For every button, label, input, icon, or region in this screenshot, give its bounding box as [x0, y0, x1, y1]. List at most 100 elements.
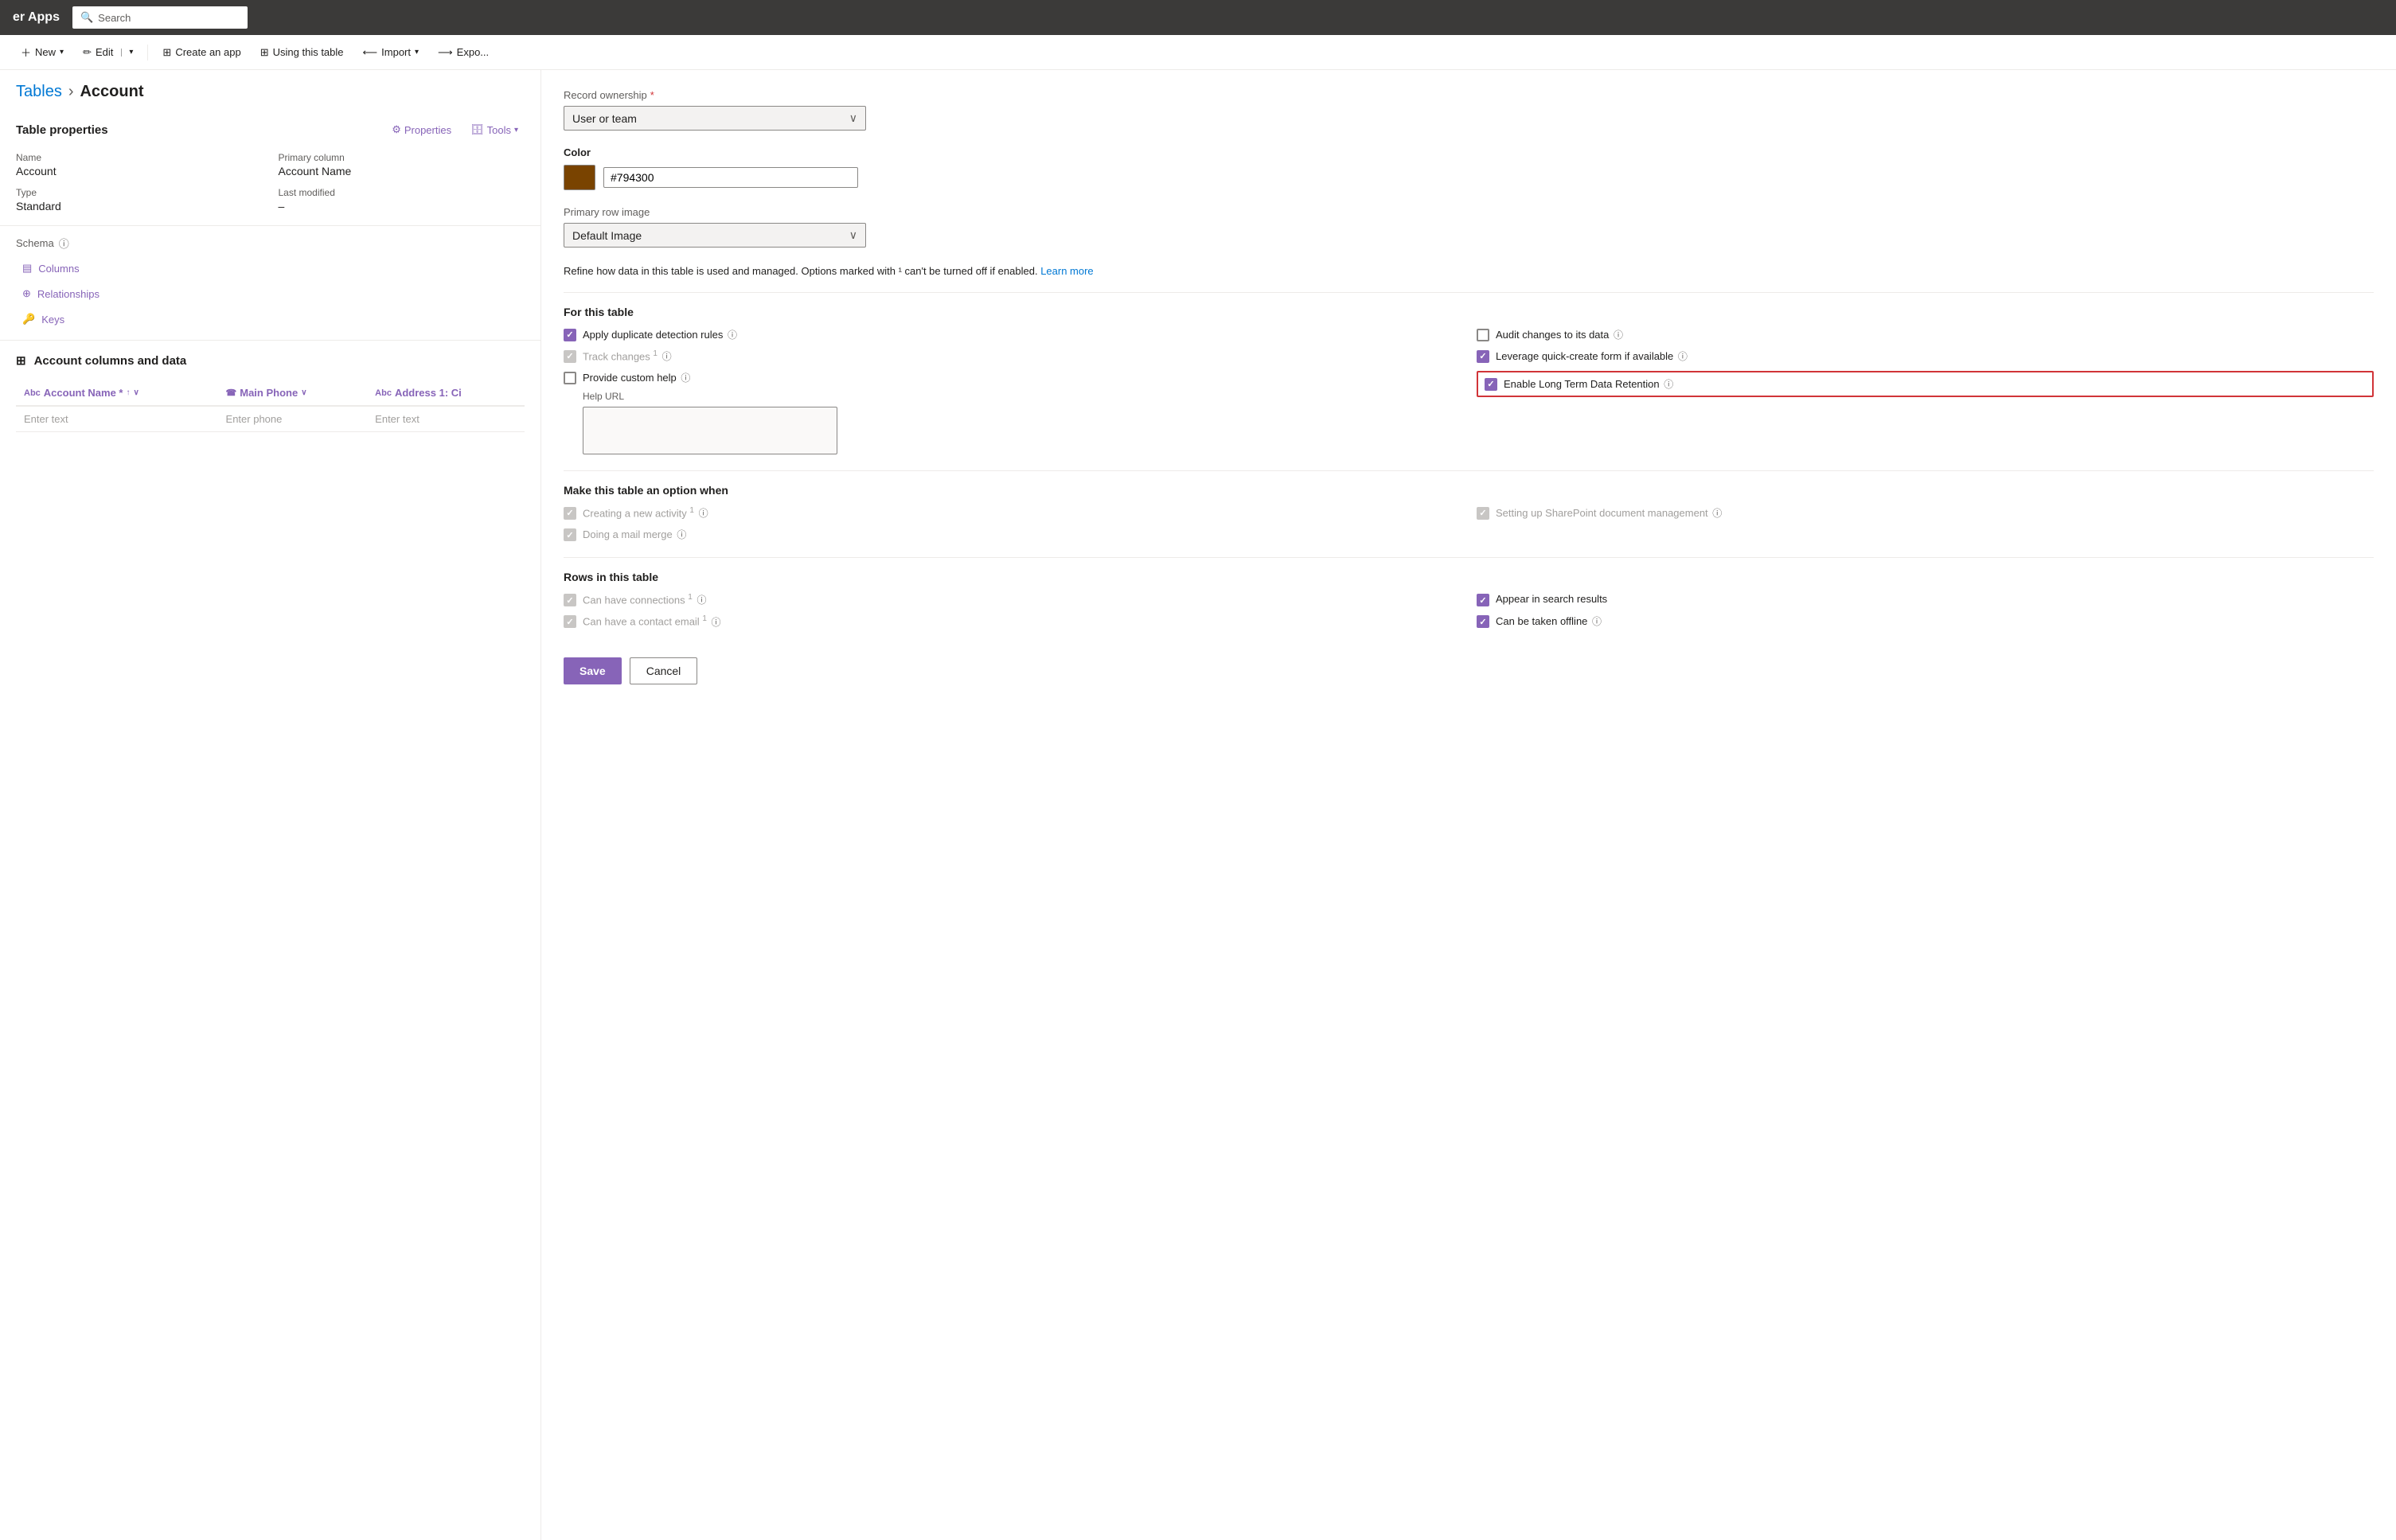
leverage-info-icon[interactable]: ⓘ [1678, 351, 1688, 362]
provide-help-info-icon[interactable]: ⓘ [681, 372, 690, 384]
audit-changes-checkbox[interactable] [1477, 329, 1489, 341]
track-changes-info-icon[interactable]: ⓘ [662, 351, 672, 362]
setting-sharepoint-item: ✓ Setting up SharePoint document managem… [1477, 506, 2374, 520]
contact-email-checkbox[interactable]: ✓ [564, 615, 576, 628]
primary-row-image-select[interactable]: Default Image ∨ [564, 223, 866, 248]
main-phone-column-header[interactable]: ☎ Main Phone ∨ [218, 380, 368, 406]
contact-email-info-icon[interactable]: ⓘ [712, 617, 721, 628]
apply-duplicate-checkbox[interactable]: ✓ [564, 329, 576, 341]
mail-merge-checkbox[interactable]: ✓ [564, 528, 576, 541]
schema-nav-item-keys[interactable]: 🔑 Keys [16, 308, 525, 330]
mail-merge-info-icon[interactable]: ⓘ [677, 529, 686, 540]
create-app-button[interactable]: ⊞ Create an app [154, 40, 248, 65]
tools-button[interactable]: 🗄 Tools ▾ [464, 120, 525, 139]
make-table-option-section: Make this table an option when ✓ Creatin… [564, 484, 2374, 541]
save-button[interactable]: Save [564, 657, 622, 684]
import-button[interactable]: ⟵ Import ▾ [355, 40, 427, 65]
connections-check-icon: ✓ [566, 595, 573, 606]
apply-duplicate-item: ✓ Apply duplicate detection rules ⓘ [564, 328, 1461, 341]
main-phone-cell[interactable]: Enter phone [218, 406, 368, 432]
appear-search-item: ✓ Appear in search results [1477, 593, 2374, 606]
table-header-row: Abc Account Name * ↑ ∨ ☎ Main Phone ∨ [16, 380, 525, 406]
type-prop: Type Standard [16, 187, 263, 212]
chevron-down-icon: ∨ [849, 111, 857, 125]
creating-activity-item: ✓ Creating a new activity 1 ⓘ [564, 506, 1461, 520]
action-bar: Save Cancel [564, 645, 2374, 684]
breadcrumb-current: Account [80, 83, 143, 101]
track-changes-item: ✓ Track changes 1 ⓘ [564, 349, 1461, 363]
new-button[interactable]: ＋ New ▾ [13, 40, 72, 65]
contact-email-check-icon: ✓ [566, 617, 573, 627]
last-modified-prop: Last modified – [279, 187, 525, 212]
account-name-cell[interactable]: Enter text [16, 406, 218, 432]
edit-button[interactable]: ✏ Edit ｜ ▾ [75, 40, 141, 65]
mail-merge-label: Doing a mail merge ⓘ [583, 528, 686, 541]
connections-info-icon[interactable]: ⓘ [697, 595, 706, 606]
color-hex-input[interactable] [603, 167, 858, 188]
for-this-table-title: For this table [564, 306, 2374, 318]
plus-icon: ＋ [21, 45, 31, 60]
can-have-connections-checkbox[interactable]: ✓ [564, 594, 576, 606]
search-box[interactable]: 🔍 Search [72, 6, 248, 29]
required-indicator: * [650, 89, 654, 101]
track-changes-checkbox[interactable]: ✓ [564, 350, 576, 363]
setting-sharepoint-info-icon[interactable]: ⓘ [1712, 508, 1722, 519]
enable-longterm-check-icon: ✓ [1487, 379, 1494, 389]
creating-activity-checkbox[interactable]: ✓ [564, 507, 576, 520]
schema-nav-item-relationships[interactable]: ⊕ Relationships [16, 283, 525, 305]
info-text: Refine how data in this table is used an… [564, 263, 2374, 279]
rows-in-table-title: Rows in this table [564, 571, 2374, 583]
export-icon: ⟶ [438, 46, 453, 59]
leverage-check-icon: ✓ [1479, 351, 1486, 361]
table-properties-title: Table properties [16, 123, 108, 137]
mail-merge-check-icon: ✓ [566, 530, 573, 540]
taken-offline-info-icon[interactable]: ⓘ [1592, 616, 1602, 627]
audit-changes-info-icon[interactable]: ⓘ [1614, 329, 1623, 341]
superscript-2: 1 [689, 506, 694, 515]
schema-nav-items: ▤ Columns ⊕ Relationships 🔑 Keys [16, 257, 525, 330]
toolbar: ＋ New ▾ ✏ Edit ｜ ▾ ⊞ Create an app ⊞ Usi… [0, 35, 2396, 70]
main-layout: Tables › Account Table properties ⚙ Prop… [0, 70, 2396, 1540]
relationships-label: Relationships [37, 288, 100, 300]
cancel-button[interactable]: Cancel [630, 657, 698, 684]
tools-chevron-icon: ▾ [514, 126, 518, 135]
sort-down-icon: ∨ [133, 388, 139, 397]
address-column-header[interactable]: Abc Address 1: Ci [367, 380, 525, 406]
last-modified-label: Last modified [279, 187, 525, 198]
appear-search-checkbox[interactable]: ✓ [1477, 594, 1489, 606]
creating-activity-label: Creating a new activity 1 ⓘ [583, 506, 708, 520]
search-icon: 🔍 [80, 11, 93, 24]
creating-activity-info-icon[interactable]: ⓘ [699, 508, 708, 519]
account-name-column-header[interactable]: Abc Account Name * ↑ ∨ [16, 380, 218, 406]
address-header-text: Address 1: Ci [395, 387, 462, 399]
breadcrumb-parent[interactable]: Tables [16, 83, 62, 101]
leverage-quick-item: ✓ Leverage quick-create form if availabl… [1477, 349, 2374, 363]
enable-longterm-item-wrapper: ✓ Enable Long Term Data Retention ⓘ [1477, 371, 2374, 454]
enable-longterm-checkbox[interactable]: ✓ [1485, 378, 1497, 391]
edit-chevron-icon: ｜ [117, 46, 125, 58]
import-label: Import [381, 46, 411, 58]
taken-offline-checkbox[interactable]: ✓ [1477, 615, 1489, 628]
export-button[interactable]: ⟶ Expo... [430, 40, 497, 65]
leverage-quick-checkbox[interactable]: ✓ [1477, 350, 1489, 363]
table-row: Enter text Enter phone Enter text [16, 406, 525, 432]
setting-sharepoint-check-icon: ✓ [1479, 508, 1486, 518]
provide-help-checkbox[interactable] [564, 372, 576, 384]
color-swatch[interactable] [564, 165, 595, 190]
schema-title: Schema [16, 237, 54, 249]
apply-duplicate-info-icon[interactable]: ⓘ [728, 329, 737, 341]
setting-sharepoint-checkbox[interactable]: ✓ [1477, 507, 1489, 520]
enable-longterm-info-icon[interactable]: ⓘ [1664, 379, 1673, 390]
address-cell[interactable]: Enter text [367, 406, 525, 432]
properties-button[interactable]: ⚙ Properties [385, 120, 458, 139]
help-url-input[interactable] [583, 407, 837, 454]
leverage-quick-label: Leverage quick-create form if available … [1496, 349, 1688, 363]
record-ownership-select[interactable]: User or team ∨ [564, 106, 866, 131]
mail-merge-item: ✓ Doing a mail merge ⓘ [564, 528, 1461, 541]
learn-more-link[interactable]: Learn more [1040, 265, 1093, 277]
create-app-icon: ⊞ [162, 46, 171, 59]
using-table-button[interactable]: ⊞ Using this table [252, 40, 352, 65]
top-bar: er Apps 🔍 Search [0, 0, 2396, 35]
taken-offline-check-icon: ✓ [1479, 617, 1486, 627]
schema-nav-item-columns[interactable]: ▤ Columns [16, 257, 525, 279]
